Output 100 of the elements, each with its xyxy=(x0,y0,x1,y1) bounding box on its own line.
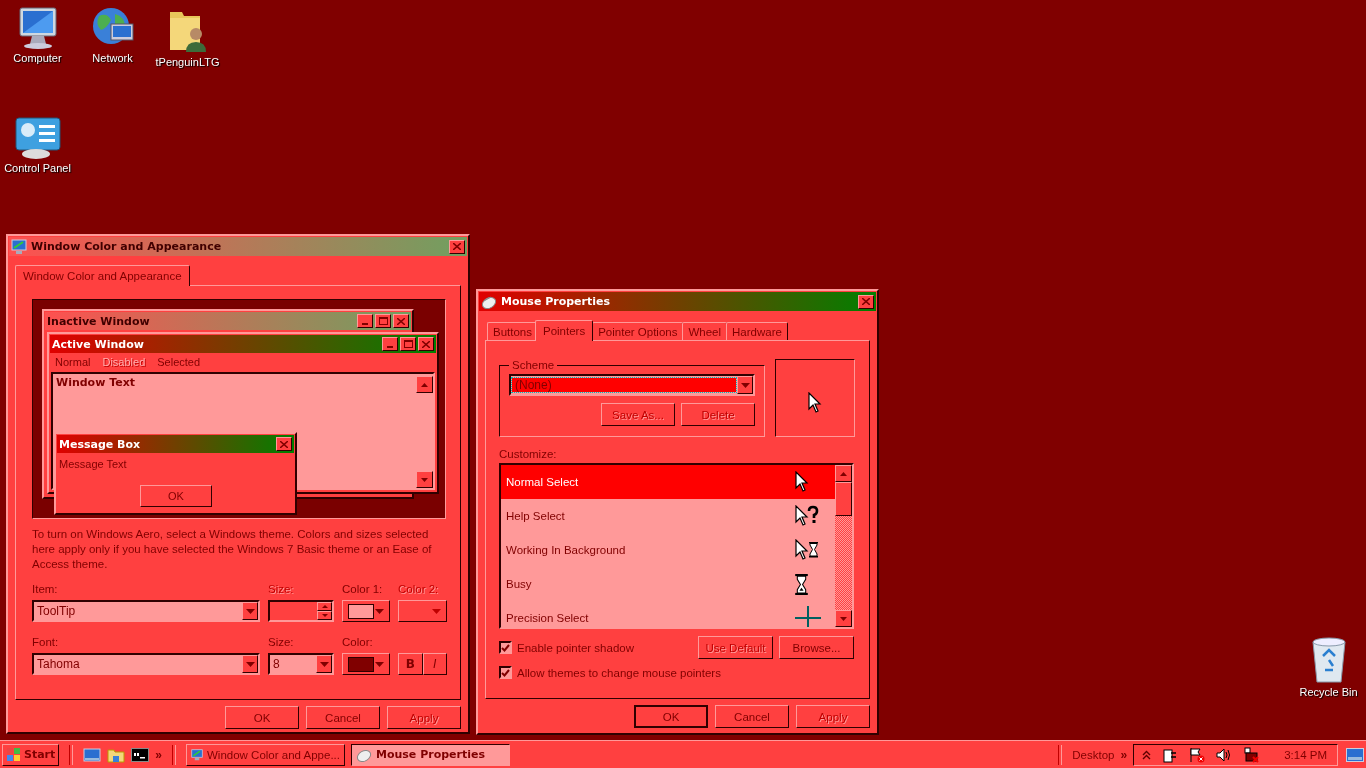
bold-button[interactable]: B xyxy=(398,653,423,675)
maximize-icon xyxy=(375,314,391,328)
desktop-icon-label[interactable]: tPenguinLTG xyxy=(155,56,220,68)
dialog-button[interactable]: Cancel xyxy=(715,705,789,728)
more-button[interactable]: » xyxy=(155,747,162,762)
power-plug-icon[interactable] xyxy=(1162,746,1179,763)
field-label: Color: xyxy=(342,636,374,650)
close-icon xyxy=(453,243,461,250)
window-title: Message Box xyxy=(59,437,141,451)
pointer-button[interactable]: Browse... xyxy=(779,636,854,659)
description-text: To turn on Windows Aero, select a Windows theme. Colors and sizes selected here apply only if you have selected the Windows 7 Basic theme or an Ease of Access theme. xyxy=(32,527,433,572)
menu-item: Disabled xyxy=(102,356,146,368)
pointer-name: Help Select xyxy=(506,510,566,522)
folder-icon[interactable] xyxy=(107,746,126,763)
color-picker-button[interactable] xyxy=(342,600,390,622)
help-cursor-icon xyxy=(795,505,819,527)
list-row[interactable]: Normal Select xyxy=(501,465,835,499)
pointer-name: Busy xyxy=(506,578,533,590)
tab[interactable]: Buttons xyxy=(487,322,538,340)
speaker-icon[interactable] xyxy=(1216,746,1233,763)
start-logo-icon xyxy=(6,747,22,762)
dropdown-arrow-icon xyxy=(375,608,384,614)
tab[interactable]: Wheel xyxy=(682,322,728,340)
field-label: Color 2: xyxy=(398,583,440,597)
mouse-icon xyxy=(481,294,497,309)
hourglass-icon xyxy=(795,573,808,595)
list-row[interactable]: Working In Background xyxy=(501,533,835,567)
tab[interactable]: Pointer Options xyxy=(592,322,684,340)
tab[interactable]: Hardware xyxy=(726,322,788,340)
arrow-cursor-icon xyxy=(795,471,809,493)
start-button[interactable]: Start xyxy=(2,743,60,766)
arrow-cursor-icon xyxy=(808,392,822,414)
dialog-button[interactable]: OK xyxy=(225,706,299,729)
field-label: Size: xyxy=(268,583,295,597)
clock[interactable]: 3:14 PM xyxy=(1284,748,1327,761)
desktop-icon-label[interactable]: Network xyxy=(92,52,133,64)
window-title: Inactive Window xyxy=(47,314,150,328)
pointer-name: Precision Select xyxy=(506,612,590,624)
close-icon xyxy=(418,337,434,351)
window-title: Active Window xyxy=(52,337,144,351)
monitor-icon xyxy=(191,746,203,763)
list-label: Customize: xyxy=(499,448,558,460)
working-cursor-icon xyxy=(795,539,819,561)
window-title: Mouse Properties xyxy=(501,295,610,308)
show-desktop-icon[interactable] xyxy=(1346,747,1364,762)
field-label: Size: xyxy=(268,636,295,650)
flag-icon[interactable] xyxy=(1189,746,1206,763)
italic-button[interactable]: I xyxy=(422,653,447,675)
more-button[interactable]: » xyxy=(1120,747,1128,762)
console-icon[interactable] xyxy=(131,747,150,762)
mouse-icon xyxy=(356,747,372,762)
scrollbar[interactable] xyxy=(835,465,852,627)
list-row[interactable]: Help Select xyxy=(501,499,835,533)
minimize-icon xyxy=(382,337,398,351)
pointer-name: Working In Background xyxy=(506,544,627,556)
chevron-up-icon[interactable] xyxy=(1142,749,1152,760)
crosshair-icon xyxy=(795,606,821,627)
checkbox[interactable] xyxy=(499,666,512,679)
size-dropdown[interactable]: 8 xyxy=(268,653,334,675)
taskbar-button[interactable]: Mouse Properties xyxy=(351,743,510,766)
scheme-dropdown[interactable]: (None) xyxy=(509,374,755,396)
checkbox[interactable] xyxy=(499,641,512,654)
window-text: Window Text xyxy=(56,376,135,389)
tab[interactable]: Pointers xyxy=(535,320,594,341)
message-text: Message Text xyxy=(58,457,128,472)
desktop-icon-label[interactable]: Control Panel xyxy=(4,162,71,174)
maximize-icon xyxy=(400,337,416,351)
dropdown-arrow-icon xyxy=(432,608,441,614)
taskbar-button[interactable]: Window Color and Appe... xyxy=(186,743,345,766)
close-icon xyxy=(393,314,409,328)
close-icon xyxy=(862,298,870,305)
minimize-icon xyxy=(357,314,373,328)
field-label: Color 1: xyxy=(342,583,384,597)
pointer-name: Normal Select xyxy=(506,476,580,488)
color-picker-button[interactable] xyxy=(398,600,447,622)
close-button[interactable] xyxy=(449,239,465,254)
close-button[interactable] xyxy=(858,294,874,309)
field-label: Font: xyxy=(32,636,60,650)
monitor-icon xyxy=(11,238,27,255)
list-row[interactable]: Busy xyxy=(501,567,835,601)
dialog-button[interactable]: OK xyxy=(634,705,708,728)
spin-down-icon xyxy=(317,611,332,620)
desktop-icon-label[interactable]: Computer xyxy=(13,52,62,64)
size-spinner[interactable] xyxy=(268,600,334,622)
dropdown-arrow-icon xyxy=(375,661,384,667)
font-dropdown[interactable]: Tahoma xyxy=(32,653,260,675)
color-picker-button[interactable] xyxy=(342,653,390,675)
toolbar-label[interactable]: Desktop xyxy=(1072,748,1115,761)
spin-up-icon xyxy=(317,602,332,611)
list-row[interactable]: Precision Select xyxy=(501,601,835,627)
scroll-thumb[interactable] xyxy=(835,482,852,516)
group-label: Scheme xyxy=(511,359,556,371)
desktop-icon-label[interactable]: Recycle Bin xyxy=(1299,686,1358,698)
window-title: Window Color and Appearance xyxy=(31,240,222,253)
item-dropdown[interactable]: ToolTip xyxy=(32,600,260,622)
dialog-button[interactable]: Cancel xyxy=(306,706,380,729)
tab[interactable]: Window Color and Appearance xyxy=(15,265,190,286)
field-label: Item: xyxy=(32,583,59,597)
network-icon[interactable] xyxy=(1243,746,1260,763)
close-icon xyxy=(276,437,292,451)
